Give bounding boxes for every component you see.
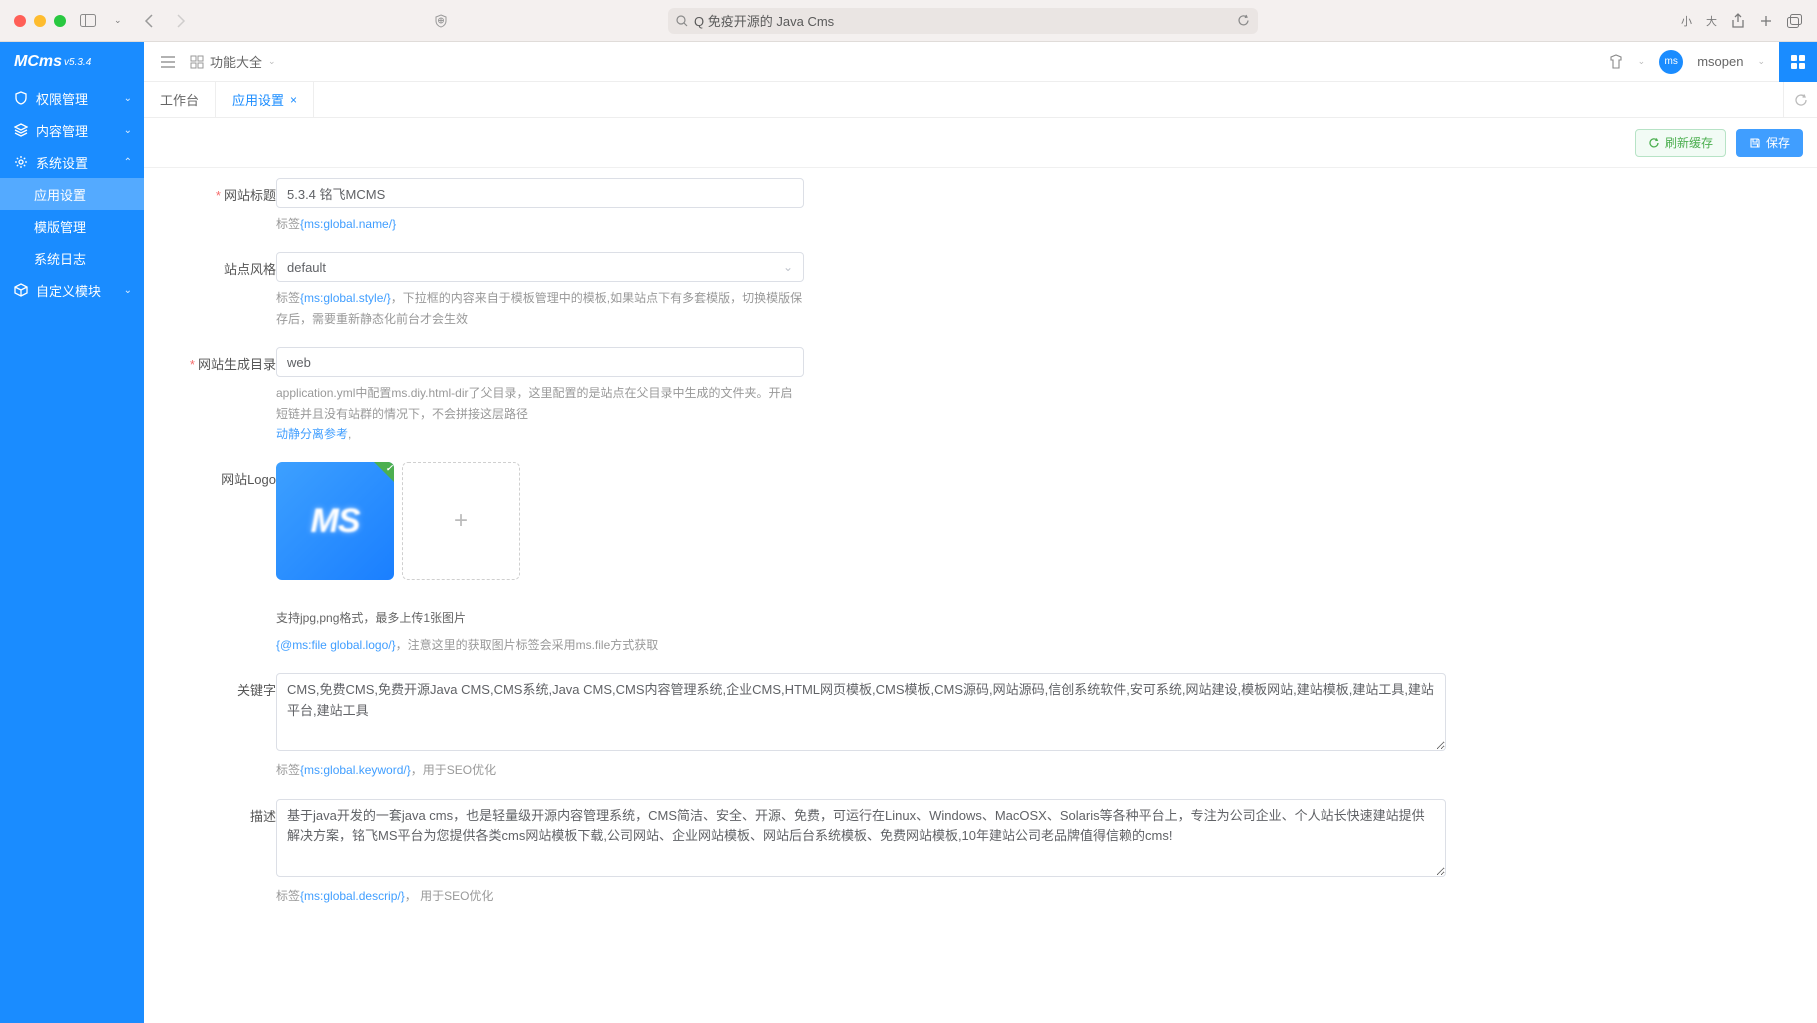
label-site-style: 站点风格	[172, 252, 276, 329]
sidebar-toggle-icon[interactable]	[76, 12, 100, 29]
sidebar-item-label: 系统日志	[34, 249, 86, 268]
window-controls	[14, 15, 66, 27]
share-icon[interactable]	[1731, 13, 1745, 29]
tabs-overview-icon[interactable]	[1787, 14, 1803, 28]
help-logo-2: {@ms:file global.logo/}，注意这里的获取图片标签会采用ms…	[276, 635, 1446, 655]
sidebar-item-1[interactable]: 内容管理 ⌄	[0, 114, 144, 146]
site-title-input[interactable]	[276, 178, 804, 208]
close-icon[interactable]: ×	[290, 93, 297, 107]
chevron-down-icon[interactable]: ⌄	[1638, 56, 1646, 67]
tabs-row: 工作台 应用设置 ×	[144, 82, 1817, 118]
chevron-down-icon[interactable]: ⌄	[1757, 56, 1765, 67]
nav-forward-icon[interactable]	[172, 12, 190, 30]
label-keywords: 关键字	[172, 673, 276, 780]
keywords-textarea[interactable]	[276, 673, 1446, 751]
help-site-title: 标签{ms:global.name/}	[276, 214, 804, 234]
topbar: 功能大全 ⌄ ⌄ ms msopen ⌄	[144, 42, 1817, 82]
chevron-up-icon: ⌃	[124, 157, 132, 168]
app-logo: MCmsv5.3.4	[0, 42, 144, 82]
sidebar-item-label: 权限管理	[36, 89, 88, 108]
gen-dir-input[interactable]	[276, 347, 804, 377]
chevron-down-icon[interactable]: ⌄	[110, 13, 126, 28]
tab-label: 应用设置	[232, 90, 284, 109]
window-minimize[interactable]	[34, 15, 46, 27]
nav-back-icon[interactable]	[140, 12, 158, 30]
apps-grid-button[interactable]	[1779, 42, 1817, 82]
sidebar: MCmsv5.3.4 权限管理 ⌄ 内容管理 ⌄ 系统设置 ⌃ 应用设置模版管理系统日志自定…	[0, 42, 144, 1023]
help-gen-dir: application.yml中配置ms.diy.html-dir了父目录，这里…	[276, 383, 804, 444]
zoom-large[interactable]: 大	[1706, 13, 1717, 29]
sidebar-item-label: 模版管理	[34, 217, 86, 236]
sidebar-item-2[interactable]: 系统设置 ⌃	[0, 146, 144, 178]
sidebar-item-label: 系统设置	[36, 153, 88, 172]
sidebar-subitem-2-0[interactable]: 应用设置	[0, 178, 144, 210]
logo-upload-button[interactable]: +	[402, 462, 520, 580]
sidebar-item-3[interactable]: 自定义模块 ⌄	[0, 274, 144, 306]
username[interactable]: msopen	[1697, 54, 1743, 69]
chevron-down-icon: ⌄	[124, 93, 132, 104]
description-textarea[interactable]	[276, 799, 1446, 877]
avatar[interactable]: ms	[1659, 50, 1683, 74]
label-description: 描述	[172, 799, 276, 906]
chevron-down-icon: ⌄	[124, 285, 132, 296]
tabs-refresh-icon[interactable]	[1783, 82, 1817, 118]
help-description: 标签{ms:global.descrip/}， 用于SEO优化	[276, 886, 1446, 906]
label-site-logo: 网站Logo	[172, 462, 276, 655]
check-icon: ✓	[385, 463, 392, 474]
function-menu[interactable]: 功能大全 ⌄	[190, 52, 276, 71]
chevron-down-icon: ⌄	[783, 260, 793, 274]
address-text: Q 免疫开源的 Java Cms	[694, 11, 834, 30]
sidebar-subitem-2-1[interactable]: 模版管理	[0, 210, 144, 242]
sidebar-subitem-2-2[interactable]: 系统日志	[0, 242, 144, 274]
menu-collapse-icon[interactable]	[160, 55, 176, 69]
label-site-title: *网站标题	[172, 178, 276, 234]
shield-icon	[14, 91, 28, 105]
search-icon	[676, 15, 688, 27]
browser-toolbar: ⌄ Q 免疫开源的 Java Cms 小 大	[0, 0, 1817, 42]
logo-preview[interactable]: MS ✓	[276, 462, 394, 580]
plus-icon: +	[454, 507, 468, 535]
gear-icon	[14, 155, 28, 169]
reload-icon[interactable]	[1237, 14, 1250, 27]
label-gen-dir: *网站生成目录	[172, 347, 276, 444]
privacy-shield-icon[interactable]	[430, 12, 452, 30]
site-style-select[interactable]: default ⌄	[276, 252, 804, 282]
tab-1[interactable]: 应用设置 ×	[216, 82, 314, 117]
form-area: *网站标题 标签{ms:global.name/} 站点风格 default ⌄…	[144, 168, 1817, 1023]
sidebar-item-label: 内容管理	[36, 121, 88, 140]
address-bar[interactable]: Q 免疫开源的 Java Cms	[668, 8, 1258, 34]
static-dynamic-link[interactable]: 动静分离参考	[276, 427, 348, 441]
tab-0[interactable]: 工作台	[144, 82, 216, 117]
window-zoom[interactable]	[54, 15, 66, 27]
chevron-down-icon: ⌄	[268, 56, 276, 67]
save-button[interactable]: 保存	[1736, 129, 1803, 157]
tab-label: 工作台	[160, 90, 199, 109]
new-tab-icon[interactable]	[1759, 14, 1773, 28]
window-close[interactable]	[14, 15, 26, 27]
theme-icon[interactable]	[1608, 54, 1624, 70]
sidebar-item-0[interactable]: 权限管理 ⌄	[0, 82, 144, 114]
help-keywords: 标签{ms:global.keyword/}，用于SEO优化	[276, 760, 1446, 780]
sidebar-item-label: 应用设置	[34, 185, 86, 204]
zoom-small[interactable]: 小	[1681, 13, 1692, 29]
help-logo-1: 支持jpg,png格式，最多上传1张图片	[276, 608, 1446, 628]
refresh-cache-button[interactable]: 刷新缓存	[1635, 129, 1726, 157]
grid-icon	[190, 55, 204, 69]
help-site-style: 标签{ms:global.style/}，下拉框的内容来自于模板管理中的模板,如…	[276, 288, 804, 329]
sidebar-item-label: 自定义模块	[36, 281, 101, 300]
content-toolbar: 刷新缓存 保存	[144, 118, 1817, 168]
layers-icon	[14, 123, 28, 137]
chevron-down-icon: ⌄	[124, 125, 132, 136]
cube-icon	[14, 283, 28, 297]
